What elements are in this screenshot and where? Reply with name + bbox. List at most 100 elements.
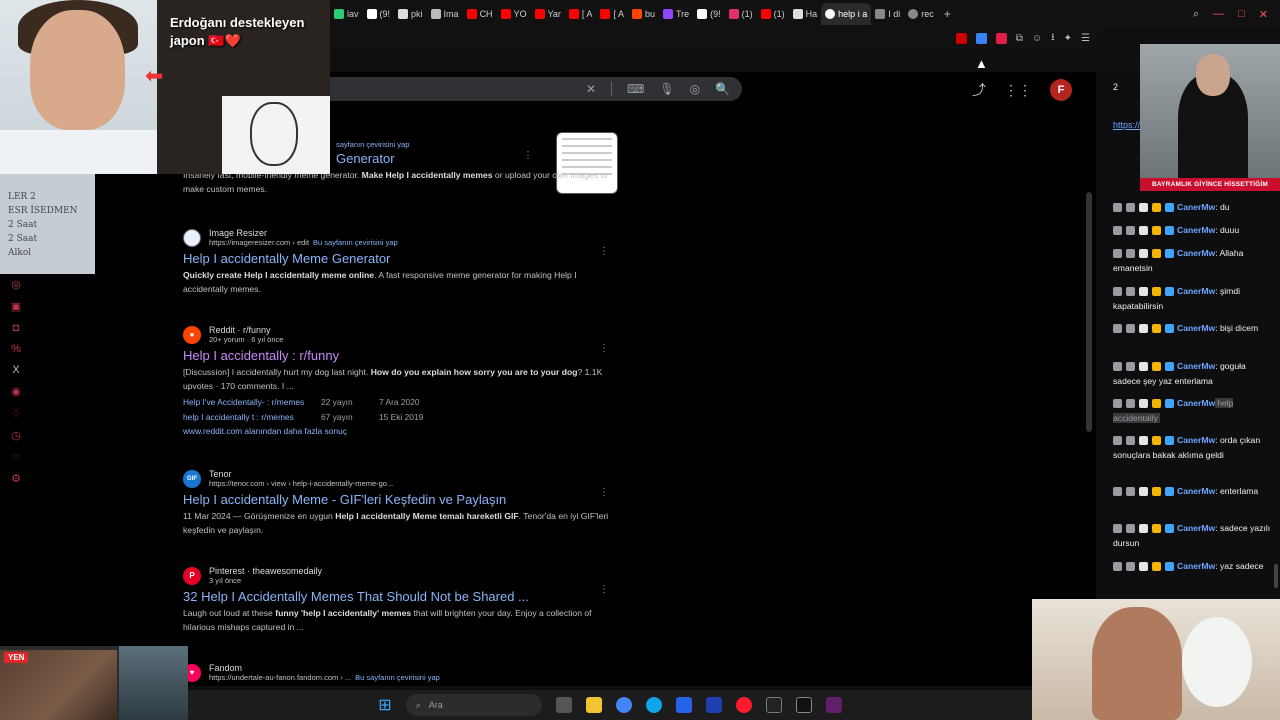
search-result: ● Reddit · r/funny 20+ yorum · 6 yıl önc… — [183, 325, 623, 436]
tab-favicon — [398, 9, 409, 19]
browser-tab[interactable]: Ha — [789, 3, 822, 25]
chat-username[interactable]: CanerMw — [1177, 323, 1215, 333]
browser-tab[interactable]: [ A — [596, 3, 628, 25]
translate-link[interactable]: Bu sayfanın çevirisini yap — [313, 238, 398, 247]
chat-username[interactable]: CanerMw — [1177, 202, 1215, 212]
webcam-person — [119, 646, 188, 720]
chat-username[interactable]: CanerMw — [1177, 486, 1215, 496]
chat-username[interactable]: CanerMw — [1177, 435, 1215, 445]
rail-icon[interactable]: % — [11, 343, 21, 355]
gear-icon[interactable]: ⚙ — [11, 472, 21, 485]
extension-icon[interactable] — [955, 32, 967, 44]
close-button[interactable]: ✕ — [1259, 8, 1268, 21]
tab-active[interactable]: help i a — [821, 3, 872, 25]
windows-start-icon[interactable]: ⊞ — [378, 695, 391, 715]
result-menu-icon[interactable]: ⋮ — [523, 150, 533, 161]
taskbar-search[interactable]: ⌕ Ara — [405, 694, 542, 716]
profile-avatar[interactable]: F — [1050, 79, 1072, 101]
browser-tab[interactable]: I di — [871, 3, 904, 25]
browser-tab[interactable]: rec — [904, 3, 938, 25]
file-explorer-icon[interactable] — [585, 697, 602, 713]
result-title[interactable]: Help I accidentally : r/funny — [183, 348, 623, 363]
edge-icon[interactable] — [645, 697, 662, 713]
chat-username[interactable]: CanerMw — [1177, 398, 1215, 408]
rail-icon[interactable]: ▣ — [11, 300, 21, 313]
share-icon[interactable]: ⤴ — [972, 80, 986, 100]
task-view-icon[interactable] — [555, 697, 572, 713]
twitch-icon[interactable]: ◘ — [13, 322, 20, 334]
chat-username[interactable]: CanerMw — [1177, 361, 1215, 371]
webcam-overlay-bottom-right — [1032, 599, 1280, 720]
translate-link[interactable]: Bu sayfanın çevirisini yap — [355, 673, 440, 682]
browser-tab[interactable]: Yar — [531, 3, 565, 25]
menu-icon[interactable]: ☰ — [1081, 33, 1090, 44]
result-menu-icon[interactable]: ⋮ — [599, 246, 609, 257]
browser-tab[interactable]: (1) — [725, 3, 757, 25]
browser-tab[interactable]: YO — [497, 3, 531, 25]
result-menu-icon[interactable]: ⋮ — [599, 343, 609, 354]
browser-tab[interactable]: pki — [394, 3, 427, 25]
chat-username[interactable]: CanerMw — [1177, 561, 1215, 571]
search-bar[interactable]: ✕ ⌨ 🎙 ◎ 🔍 — [300, 77, 742, 101]
chat-username[interactable]: CanerMw — [1177, 286, 1215, 296]
browser-tab[interactable]: CH — [463, 3, 497, 25]
rail-icon[interactable]: ◎ — [11, 278, 21, 291]
clock-icon[interactable]: ◷ — [11, 429, 21, 442]
browser-tab[interactable]: bu — [628, 3, 659, 25]
browser-tab[interactable]: (1) — [757, 3, 789, 25]
download-icon[interactable]: ⭳ — [1051, 30, 1055, 47]
browser-tab[interactable]: Tre — [659, 3, 693, 25]
browser-tab[interactable]: [ A — [565, 3, 597, 25]
search-tabs-icon[interactable]: ⌕ — [1193, 8, 1199, 21]
obs-icon[interactable] — [765, 697, 782, 713]
puzzle-icon[interactable]: ⧉ — [1016, 33, 1023, 44]
opera-icon[interactable] — [735, 697, 752, 713]
apps-grid-icon[interactable]: ⋮⋮ — [1004, 82, 1032, 99]
keyboard-icon[interactable]: ⌨ — [627, 82, 644, 96]
sublink[interactable]: Help I've Accidentally- : r/memes — [183, 395, 313, 410]
chat-scrollbar[interactable] — [1274, 564, 1278, 588]
extension-icon[interactable] — [995, 32, 1007, 44]
voice-search-icon[interactable]: 🎙 — [659, 82, 674, 96]
chat-username[interactable]: CanerMw — [1177, 225, 1215, 235]
result-title[interactable]: Help I accidentally Meme Generator — [183, 251, 623, 266]
rail-icon[interactable]: ◌ — [13, 451, 20, 463]
result-title[interactable]: Help I accidentally Meme - GIF'leri Keşf… — [183, 492, 623, 507]
chat-username[interactable]: CanerMw — [1177, 523, 1215, 533]
more-results-link[interactable]: www.reddit.com alanından daha fazla sonu… — [183, 426, 623, 436]
ai-icon[interactable]: ✦ — [1064, 33, 1072, 44]
browser-tab[interactable]: (9! — [693, 3, 725, 25]
result-menu-icon[interactable]: ⋮ — [599, 584, 609, 595]
pinterest-icon: P — [183, 566, 201, 585]
store-icon[interactable] — [705, 697, 722, 713]
slack-icon[interactable] — [825, 697, 842, 713]
result-menu-icon[interactable]: ⋮ — [599, 487, 609, 498]
loading-icon — [908, 9, 919, 19]
chat-username[interactable]: CanerMw — [1177, 248, 1215, 258]
result-title[interactable]: 32 Help I Accidentally Memes That Should… — [183, 589, 623, 604]
x-icon[interactable]: X — [12, 364, 19, 376]
site-name: Fandom — [209, 663, 243, 673]
browser-tab[interactable]: lav — [330, 3, 363, 25]
maximize-button[interactable]: □ — [1238, 8, 1245, 21]
site-name: Reddit · r/funny — [209, 325, 271, 335]
translate-link[interactable]: sayfanın çevirisini yap — [336, 140, 409, 149]
browser-tab[interactable]: Ima — [427, 3, 463, 25]
search-icon[interactable]: 🔍 — [715, 82, 730, 96]
chrome-icon[interactable] — [615, 697, 632, 713]
profile-icon[interactable]: ☺ — [1032, 33, 1042, 44]
minimize-button[interactable]: — — [1213, 8, 1224, 21]
lens-icon[interactable]: ◎ — [690, 82, 700, 96]
terminal-icon[interactable] — [795, 697, 812, 713]
clear-search-icon[interactable]: ✕ — [586, 82, 596, 96]
sublink[interactable]: help I accidentally t : r/memes — [183, 410, 313, 425]
browser-tab[interactable]: (9! — [363, 3, 395, 25]
outlook-icon[interactable] — [675, 697, 692, 713]
new-tab-button[interactable]: + — [938, 7, 957, 21]
tab-favicon — [697, 9, 708, 19]
page-scrollbar[interactable] — [1086, 192, 1092, 432]
rail-icon[interactable]: ♢ — [11, 407, 21, 420]
arrow-icon: ⬅ — [145, 63, 164, 88]
extension-icon[interactable] — [975, 32, 987, 44]
rail-icon[interactable]: ◉ — [11, 385, 21, 398]
